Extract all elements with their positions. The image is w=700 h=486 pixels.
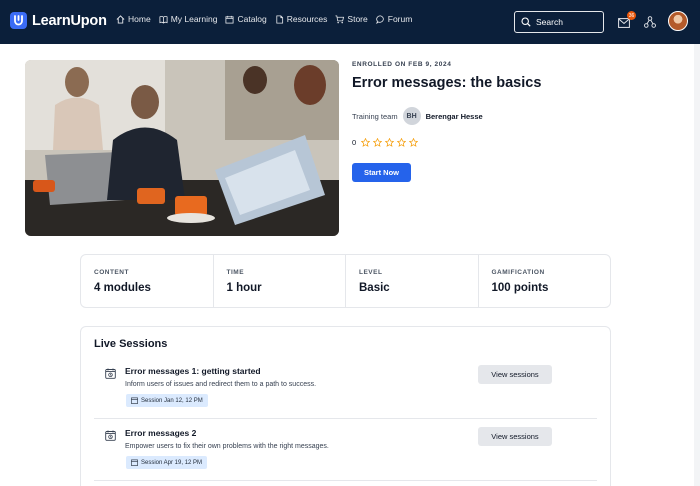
catalog-icon: [225, 15, 234, 24]
enrollment-date: ENROLLED ON FEB 9, 2024: [352, 61, 452, 68]
stat-content: CONTENT 4 modules: [81, 255, 214, 307]
course-rating: 0: [352, 138, 419, 147]
course-title: Error messages: the basics: [352, 75, 542, 91]
list-item: Error messages 1: getting started Inform…: [94, 357, 597, 419]
brand-name: LearnUpon: [32, 12, 107, 29]
cart-icon: [335, 14, 345, 23]
search-box[interactable]: Search: [514, 11, 604, 33]
nav-item-resources[interactable]: Resources: [275, 14, 328, 24]
book-icon: [159, 15, 168, 24]
session-name: Error messages 2: [125, 428, 197, 438]
search-icon: [521, 17, 531, 27]
star-icon[interactable]: [361, 138, 371, 147]
home-icon: [116, 14, 125, 24]
nav-item-label: Store: [347, 14, 368, 24]
nav-item-label: Catalog: [237, 14, 267, 24]
rating-count: 0: [352, 138, 357, 147]
main-nav: Home My Learning Catalog Resources Store…: [116, 14, 412, 24]
star-icon[interactable]: [409, 138, 419, 147]
star-icon[interactable]: [397, 138, 407, 147]
notification-badge: 36: [627, 11, 636, 20]
calendar-clock-icon: [105, 430, 116, 441]
session-date: Session Jan 12, 12 PM: [141, 397, 203, 404]
live-sessions-title: Live Sessions: [94, 338, 168, 350]
session-date-chip: Session Apr 19, 12 PM: [126, 456, 208, 469]
nav-item-forum[interactable]: Forum: [375, 14, 413, 24]
top-navbar: LearnUpon Home My Learning Catalog Resou…: [0, 0, 700, 44]
connections-button[interactable]: [644, 15, 656, 33]
list-item: Error messages 2 Empower users to fix th…: [94, 419, 597, 481]
trainer-name[interactable]: Berengar Hesse: [426, 112, 483, 121]
session-description: Inform users of issues and redirect them…: [125, 381, 317, 388]
calendar-clock-icon: [105, 368, 116, 379]
nav-item-label: My Learning: [170, 14, 218, 24]
stat-label: LEVEL: [359, 269, 383, 276]
star-icon[interactable]: [373, 138, 383, 147]
nav-item-store[interactable]: Store: [335, 14, 368, 24]
page-scrollbar[interactable]: [694, 44, 700, 486]
nav-item-label: Resources: [286, 14, 328, 24]
session-description: Empower users to fix their own problems …: [125, 443, 329, 450]
trainer-label: Training team: [352, 111, 398, 121]
trainer-row: Training team BH Berengar Hesse: [352, 107, 483, 125]
stat-value: 4 modules: [94, 282, 151, 294]
stat-label: TIME: [226, 269, 245, 276]
nav-item-label: Home: [128, 14, 151, 24]
nav-item-my-learning[interactable]: My Learning: [159, 14, 218, 24]
session-date: Session Apr 19, 12 PM: [141, 459, 203, 466]
trainer-avatar[interactable]: BH: [402, 107, 421, 125]
course-cover-image: [25, 60, 339, 236]
network-icon: [644, 16, 656, 28]
stat-label: GAMIFICATION: [491, 269, 545, 276]
calendar-icon: [131, 397, 138, 404]
stat-label: CONTENT: [94, 269, 129, 276]
brand[interactable]: LearnUpon: [10, 12, 107, 29]
view-sessions-button[interactable]: View sessions: [478, 427, 552, 446]
nav-item-catalog[interactable]: Catalog: [225, 14, 267, 24]
stat-value: 100 points: [491, 282, 549, 294]
stat-level: LEVEL Basic: [346, 255, 479, 307]
stat-time: TIME 1 hour: [214, 255, 346, 307]
stat-value: Basic: [359, 282, 390, 294]
document-icon: [276, 14, 283, 24]
learnupon-logo-icon: [10, 12, 27, 29]
mail-icon: [618, 18, 630, 28]
calendar-icon: [131, 459, 138, 466]
view-sessions-button[interactable]: View sessions: [478, 365, 552, 384]
search-label: Search: [536, 17, 563, 27]
nav-item-home[interactable]: Home: [116, 14, 151, 24]
stat-gamification: GAMIFICATION 100 points: [479, 255, 611, 307]
star-icon[interactable]: [385, 138, 395, 147]
live-sessions-panel: Live Sessions Error messages 1: getting …: [80, 326, 611, 486]
session-name: Error messages 1: getting started: [125, 366, 261, 376]
stat-value: 1 hour: [226, 282, 262, 294]
nav-item-label: Forum: [387, 14, 413, 24]
start-now-button[interactable]: Start Now: [352, 163, 411, 182]
session-date-chip: Session Jan 12, 12 PM: [126, 394, 208, 407]
course-stats: CONTENT 4 modules TIME 1 hour LEVEL Basi…: [80, 254, 611, 308]
chat-icon: [375, 14, 384, 24]
user-avatar[interactable]: [668, 11, 688, 31]
